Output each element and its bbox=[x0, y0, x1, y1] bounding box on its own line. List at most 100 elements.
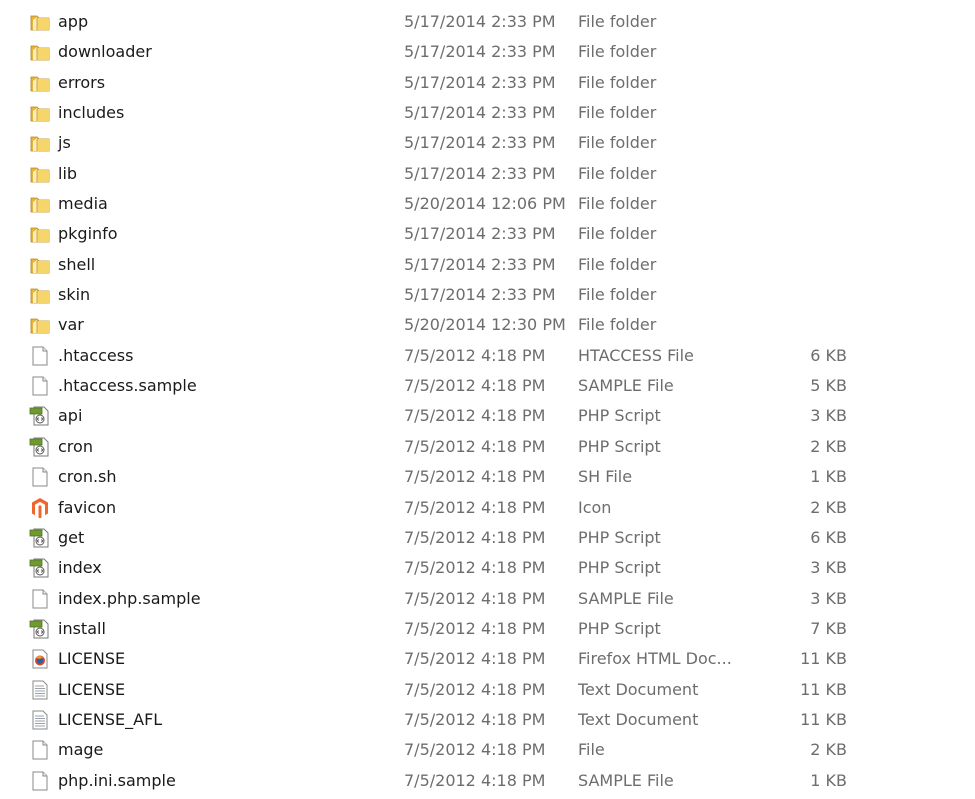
file-name: skin bbox=[58, 285, 91, 305]
file-type: SH File bbox=[578, 467, 633, 487]
file-date-modified: 7/5/2012 4:18 PM bbox=[404, 406, 546, 426]
file-type: PHP Script bbox=[578, 558, 661, 578]
list-item[interactable]: includes 5/17/2014 2:33 PM File folder bbox=[0, 98, 975, 128]
file-type: File folder bbox=[578, 72, 657, 92]
file-date-modified: 5/20/2014 12:06 PM bbox=[404, 194, 566, 214]
list-item[interactable]: favicon 7/5/2012 4:18 PM Icon 2 KB bbox=[0, 493, 975, 523]
file-size: 11 KB bbox=[800, 649, 847, 669]
folder-icon bbox=[29, 72, 51, 94]
file-type: Text Document bbox=[578, 679, 699, 699]
list-item[interactable]: media 5/20/2014 12:06 PM File folder bbox=[0, 189, 975, 219]
list-item[interactable]: get 7/5/2012 4:18 PM PHP Script 6 KB bbox=[0, 523, 975, 553]
file-type: File folder bbox=[578, 163, 657, 183]
file-size: 2 KB bbox=[810, 740, 847, 760]
file-date-modified: 7/5/2012 4:18 PM bbox=[404, 770, 546, 790]
text-document-icon bbox=[29, 679, 51, 701]
list-item[interactable]: index 7/5/2012 4:18 PM PHP Script 3 KB bbox=[0, 553, 975, 583]
list-item[interactable]: index.php.sample 7/5/2012 4:18 PM SAMPLE… bbox=[0, 584, 975, 614]
file-name: media bbox=[58, 194, 108, 214]
file-size: 11 KB bbox=[800, 709, 847, 729]
file-type: SAMPLE File bbox=[578, 588, 674, 608]
file-name: php.ini.sample bbox=[58, 770, 176, 790]
file-type: File folder bbox=[578, 133, 657, 153]
list-item[interactable]: shell 5/17/2014 2:33 PM File folder bbox=[0, 250, 975, 280]
file-name: favicon bbox=[58, 497, 117, 517]
list-item[interactable]: cron.sh 7/5/2012 4:18 PM SH File 1 KB bbox=[0, 462, 975, 492]
blank-file-icon bbox=[29, 588, 51, 610]
file-name: var bbox=[58, 315, 84, 335]
file-date-modified: 5/17/2014 2:33 PM bbox=[404, 285, 556, 305]
list-item[interactable]: install 7/5/2012 4:18 PM PHP Script 7 KB bbox=[0, 614, 975, 644]
file-type: File folder bbox=[578, 12, 657, 31]
file-name: LICENSE_AFL bbox=[58, 709, 163, 729]
file-name: mage bbox=[58, 740, 104, 760]
folder-icon bbox=[29, 284, 51, 306]
blank-file-icon bbox=[29, 739, 51, 761]
file-type: PHP Script bbox=[578, 406, 661, 426]
list-item[interactable]: var 5/20/2014 12:30 PM File folder bbox=[0, 310, 975, 340]
file-size: 3 KB bbox=[810, 406, 847, 426]
file-name: LICENSE bbox=[58, 649, 126, 669]
file-size: 7 KB bbox=[810, 618, 847, 638]
list-item[interactable]: skin 5/17/2014 2:33 PM File folder bbox=[0, 280, 975, 310]
list-item[interactable]: api 7/5/2012 4:18 PM PHP Script 3 KB bbox=[0, 401, 975, 431]
list-item[interactable]: downloader 5/17/2014 2:33 PM File folder bbox=[0, 37, 975, 67]
php-script-icon bbox=[29, 618, 51, 640]
file-date-modified: 7/5/2012 4:18 PM bbox=[404, 649, 546, 669]
php-script-icon bbox=[29, 527, 51, 549]
list-item[interactable]: LICENSE 7/5/2012 4:18 PM Firefox HTML Do… bbox=[0, 644, 975, 674]
file-date-modified: 7/5/2012 4:18 PM bbox=[404, 527, 546, 547]
list-item[interactable]: errors 5/17/2014 2:33 PM File folder bbox=[0, 68, 975, 98]
folder-icon bbox=[29, 254, 51, 276]
file-name: index.php.sample bbox=[58, 588, 201, 608]
file-type: Icon bbox=[578, 497, 612, 517]
file-date-modified: 5/17/2014 2:33 PM bbox=[404, 254, 556, 274]
list-item[interactable]: cron 7/5/2012 4:18 PM PHP Script 2 KB bbox=[0, 432, 975, 462]
file-name: cron bbox=[58, 436, 93, 456]
file-date-modified: 7/5/2012 4:18 PM bbox=[404, 740, 546, 760]
file-date-modified: 5/17/2014 2:33 PM bbox=[404, 224, 556, 244]
file-date-modified: 7/5/2012 4:18 PM bbox=[404, 558, 546, 578]
file-name: install bbox=[58, 618, 106, 638]
php-script-icon bbox=[29, 557, 51, 579]
file-type: File folder bbox=[578, 285, 657, 305]
file-name: includes bbox=[58, 103, 125, 123]
file-date-modified: 5/17/2014 2:33 PM bbox=[404, 12, 556, 31]
file-size: 6 KB bbox=[810, 527, 847, 547]
file-name: LICENSE bbox=[58, 679, 126, 699]
file-date-modified: 7/5/2012 4:18 PM bbox=[404, 376, 546, 396]
list-item[interactable]: LICENSE_AFL 7/5/2012 4:18 PM Text Docume… bbox=[0, 705, 975, 735]
file-size: 3 KB bbox=[810, 558, 847, 578]
list-item[interactable]: php.ini.sample 7/5/2012 4:18 PM SAMPLE F… bbox=[0, 766, 975, 796]
file-date-modified: 5/20/2014 12:30 PM bbox=[404, 315, 566, 335]
list-item[interactable]: .htaccess.sample 7/5/2012 4:18 PM SAMPLE… bbox=[0, 371, 975, 401]
list-item[interactable]: mage 7/5/2012 4:18 PM File 2 KB bbox=[0, 735, 975, 765]
file-type: HTACCESS File bbox=[578, 345, 694, 365]
folder-icon bbox=[29, 132, 51, 154]
file-type: PHP Script bbox=[578, 436, 661, 456]
file-date-modified: 7/5/2012 4:18 PM bbox=[404, 436, 546, 456]
list-item[interactable]: pkginfo 5/17/2014 2:33 PM File folder bbox=[0, 219, 975, 249]
list-item[interactable]: .htaccess 7/5/2012 4:18 PM HTACCESS File… bbox=[0, 341, 975, 371]
file-size: 6 KB bbox=[810, 345, 847, 365]
folder-icon bbox=[29, 314, 51, 336]
list-item[interactable]: lib 5/17/2014 2:33 PM File folder bbox=[0, 159, 975, 189]
blank-file-icon bbox=[29, 770, 51, 792]
folder-icon bbox=[29, 223, 51, 245]
file-type: SAMPLE File bbox=[578, 770, 674, 790]
file-name: index bbox=[58, 558, 102, 578]
folder-icon bbox=[29, 41, 51, 63]
folder-icon bbox=[29, 102, 51, 124]
blank-file-icon bbox=[29, 375, 51, 397]
list-item[interactable]: js 5/17/2014 2:33 PM File folder bbox=[0, 128, 975, 158]
file-name: cron.sh bbox=[58, 467, 117, 487]
file-type: Firefox HTML Doc... bbox=[578, 649, 732, 669]
file-size: 5 KB bbox=[810, 376, 847, 396]
list-item[interactable]: app 5/17/2014 2:33 PM File folder bbox=[0, 7, 975, 37]
file-type: SAMPLE File bbox=[578, 376, 674, 396]
file-size: 2 KB bbox=[810, 436, 847, 456]
file-name: downloader bbox=[58, 42, 152, 62]
blank-file-icon bbox=[29, 345, 51, 367]
list-item[interactable]: LICENSE 7/5/2012 4:18 PM Text Document 1… bbox=[0, 675, 975, 705]
file-name: get bbox=[58, 527, 85, 547]
